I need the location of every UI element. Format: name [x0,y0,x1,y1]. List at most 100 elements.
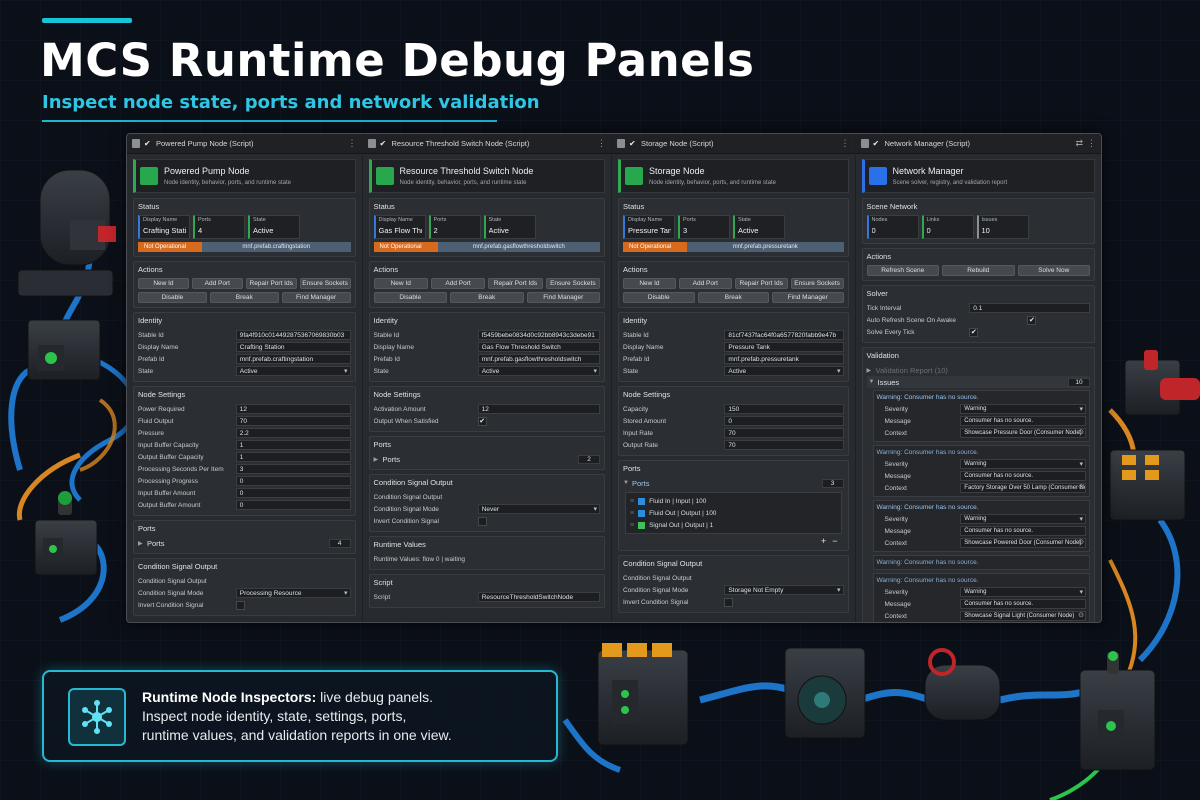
repair-port-ids-button[interactable]: Repair Port Ids [245,278,297,289]
severity-dropdown[interactable]: Warning [960,514,1086,524]
output-rate-field[interactable]: 70 [724,440,844,450]
state-dropdown[interactable]: Active [235,366,351,376]
display-name-field[interactable]: Pressure Tank [724,342,844,352]
panel-tab[interactable]: ✔ Powered Pump Node (Script) ⋮ [127,134,362,154]
power-required-field[interactable]: 12 [235,404,351,414]
ports-count-field[interactable]: 4 [328,538,351,548]
issue-foldout[interactable]: Warning: Consumer has no source. [877,576,1087,586]
severity-dropdown[interactable]: Warning [960,404,1086,414]
enabled-checkbox[interactable]: ✔ [144,139,152,148]
drag-handle-icon[interactable]: ≡ [630,498,634,505]
context-object-field[interactable]: Showcase Powered Door (Consumer Node) [960,538,1086,548]
issue-foldout[interactable]: Warning: Consumer has no source. [877,558,1087,568]
capacity-field[interactable]: 150 [724,404,844,414]
ports-count-field[interactable]: 2 [578,454,600,464]
severity-dropdown[interactable]: Warning [960,459,1086,469]
invert-condition-checkbox[interactable] [235,600,245,610]
context-object-field[interactable]: Factory Storage Over 50 Lamp (Consumer N… [960,483,1086,493]
kebab-menu-icon[interactable]: ⋮ [348,138,357,149]
context-object-field[interactable]: Showcase Pressure Door (Consumer Node) [960,428,1086,438]
stable-id-field[interactable]: 81cf7437fac64f0a6577820fabb9e47b [724,330,844,340]
break-button[interactable]: Break [450,292,524,303]
drag-handle-icon[interactable]: ≡ [630,522,634,529]
message-field[interactable]: Consumer has no source. [960,471,1086,481]
ensure-sockets-button[interactable]: Ensure Sockets [299,278,351,289]
ensure-sockets-button[interactable]: Ensure Sockets [790,278,844,289]
tick-interval-field[interactable]: 0.1 [969,303,1090,313]
list-item[interactable]: ≡ Fluid In | Input | 100 [630,495,837,507]
script-object-field[interactable]: ResourceThresholdSwitchNode [477,592,600,602]
disable-button[interactable]: Disable [623,292,695,303]
disable-button[interactable]: Disable [373,292,448,303]
ports-foldout[interactable]: ▼ Ports 3 [623,477,844,489]
issues-count-field[interactable]: 10 [1068,377,1090,387]
prefab-id-field[interactable]: mnf.prefab.craftingstation [235,354,351,364]
message-field[interactable]: Consumer has no source. [960,416,1086,426]
condition-mode-dropdown[interactable]: Storage Not Empty [724,585,844,595]
disable-button[interactable]: Disable [138,292,207,303]
add-port-button[interactable]: Add Port [678,278,732,289]
input-buffer-amount-field[interactable]: 0 [235,488,351,498]
input-rate-field[interactable]: 70 [724,428,844,438]
enabled-checkbox[interactable]: ✔ [380,139,388,148]
solve-now-button[interactable]: Solve Now [1017,265,1090,276]
panel-tab[interactable]: ✔ Network Manager (Script) ⇄ ⋮ [855,134,1101,154]
processing-progress-field[interactable]: 0 [235,476,351,486]
find-manager-button[interactable]: Find Manager [281,292,351,303]
condition-mode-dropdown[interactable]: Never [477,504,600,514]
new-id-button[interactable]: New Id [623,278,676,289]
severity-dropdown[interactable]: Warning [960,587,1086,597]
prefab-id-field[interactable]: mnf.prefab.gasflowthresholdswitch [477,354,600,364]
invert-condition-checkbox[interactable] [477,516,487,526]
state-dropdown[interactable]: Active [724,366,844,376]
processing-seconds-field[interactable]: 3 [235,464,351,474]
remove-icon[interactable]: − [832,536,837,546]
kebab-menu-icon[interactable]: ⋮ [841,138,850,149]
prefab-id-field[interactable]: mnf.prefab.pressuretank [724,354,844,364]
kebab-menu-icon[interactable]: ⋮ [1087,138,1096,149]
add-icon[interactable]: + [821,536,826,546]
ports-count-field[interactable]: 3 [821,478,844,488]
validation-report-foldout[interactable]: ▶ Validation Report (10) [867,364,1091,376]
ensure-sockets-button[interactable]: Ensure Sockets [545,278,601,289]
issue-foldout[interactable]: Warning: Consumer has no source. [877,448,1087,458]
refresh-scene-button[interactable]: Refresh Scene [866,265,939,276]
output-when-satisfied-checkbox[interactable]: ✔ [477,416,487,426]
repair-port-ids-button[interactable]: Repair Port Ids [734,278,788,289]
fluid-output-field[interactable]: 70 [235,416,351,426]
list-item[interactable]: ≡ Fluid Out | Output | 100 [630,507,837,519]
stored-amount-field[interactable]: 0 [724,416,844,426]
panel-tab[interactable]: ✔ Storage Node (Script) ⋮ [612,134,855,154]
state-dropdown[interactable]: Active [477,366,600,376]
message-field[interactable]: Consumer has no source. [960,526,1086,536]
stable-id-field[interactable]: 9fa4f910c014492875367069830b03 [235,330,351,340]
new-id-button[interactable]: New Id [138,278,189,289]
add-port-button[interactable]: Add Port [430,278,486,289]
ports-foldout[interactable]: ▶ Ports 4 [138,537,351,549]
display-name-field[interactable]: Gas Flow Threshold Switch [477,342,600,352]
solve-every-tick-checkbox[interactable]: ✔ [969,327,979,337]
output-buffer-capacity-field[interactable]: 1 [235,452,351,462]
break-button[interactable]: Break [697,292,769,303]
find-manager-button[interactable]: Find Manager [526,292,601,303]
condition-mode-dropdown[interactable]: Processing Resource [235,588,351,598]
auto-refresh-checkbox[interactable]: ✔ [1027,315,1037,325]
issue-foldout[interactable]: Warning: Consumer has no source. [877,393,1087,403]
enabled-checkbox[interactable]: ✔ [873,139,881,148]
ports-foldout[interactable]: ▶ Ports 2 [374,453,600,465]
kebab-menu-icon[interactable]: ⋮ [597,138,606,149]
find-manager-button[interactable]: Find Manager [772,292,844,303]
drag-handle-icon[interactable]: ≡ [630,510,634,517]
enabled-checkbox[interactable]: ✔ [629,139,637,148]
break-button[interactable]: Break [209,292,279,303]
issue-foldout[interactable]: Warning: Consumer has no source. [877,503,1087,513]
output-buffer-amount-field[interactable]: 0 [235,500,351,510]
settings-icon[interactable]: ⇄ [1075,138,1083,149]
context-object-field[interactable]: Showcase Signal Light (Consumer Node) [960,611,1086,621]
add-port-button[interactable]: Add Port [191,278,243,289]
invert-condition-checkbox[interactable] [724,597,734,607]
display-name-field[interactable]: Crafting Station [235,342,351,352]
message-field[interactable]: Consumer has no source. [960,599,1086,609]
repair-port-ids-button[interactable]: Repair Port Ids [488,278,543,289]
rebuild-button[interactable]: Rebuild [942,265,1015,276]
